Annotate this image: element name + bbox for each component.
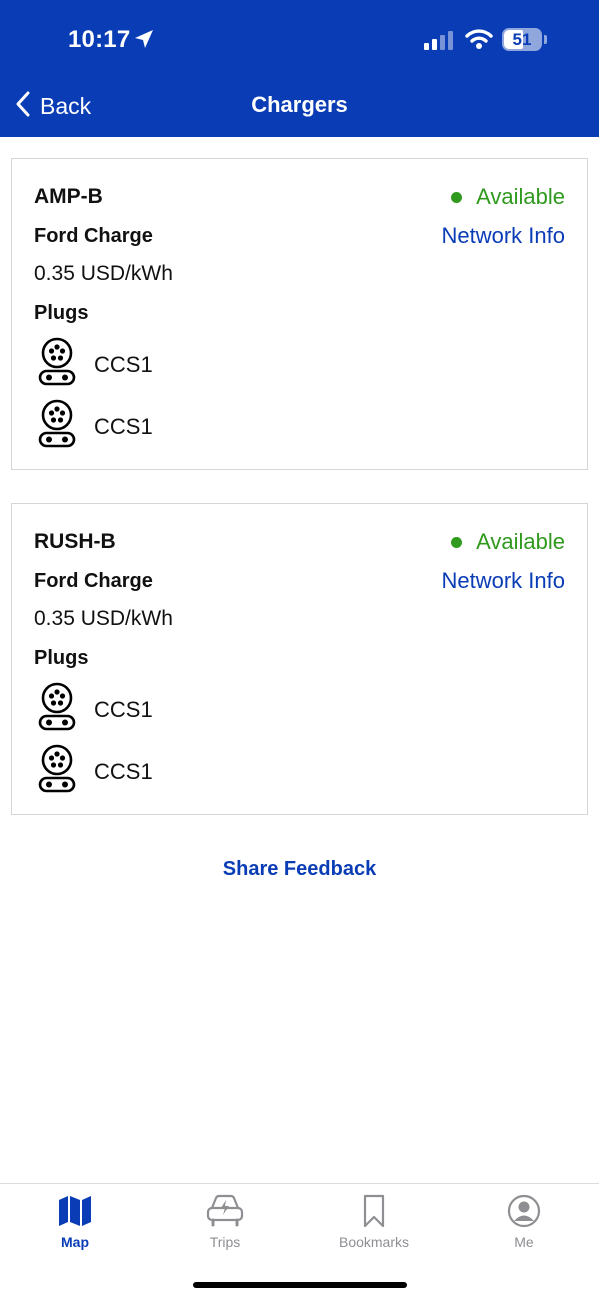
charger-name: AMP-B <box>34 185 103 208</box>
plug-item: CCS1 <box>38 337 153 392</box>
plug-item: CCS1 <box>38 682 153 737</box>
location-arrow-icon <box>134 29 154 54</box>
battery-icon: 51 <box>502 28 542 51</box>
ccs1-plug-icon <box>38 682 76 737</box>
status-bar: 10:17 51 <box>0 0 599 80</box>
page-title: Chargers <box>251 92 348 117</box>
available-dot-icon <box>451 191 463 203</box>
tab-label: Map <box>61 1234 89 1250</box>
charger-card: AMP-B Available Ford Charge Network Info… <box>11 158 588 470</box>
share-feedback-link[interactable]: Share Feedback <box>0 858 599 881</box>
car-charge-icon <box>150 1194 300 1228</box>
price: 0.35 USD/kWh <box>34 607 173 630</box>
plugs-heading: Plugs <box>34 302 89 324</box>
tab-me[interactable]: Me <box>449 1194 599 1250</box>
network-info-link[interactable]: Network Info <box>442 223 566 249</box>
charger-card: RUSH-B Available Ford Charge Network Inf… <box>11 503 588 815</box>
tab-trips[interactable]: Trips <box>150 1194 300 1250</box>
ccs1-plug-icon <box>38 399 76 454</box>
network-name: Ford Charge <box>34 570 153 592</box>
status-badge: Available <box>451 529 565 555</box>
plug-item: CCS1 <box>38 399 153 454</box>
plug-type: CCS1 <box>94 758 153 784</box>
tab-label: Bookmarks <box>338 1234 410 1250</box>
network-name: Ford Charge <box>34 225 153 247</box>
price: 0.35 USD/kWh <box>34 262 173 285</box>
home-indicator <box>193 1282 407 1288</box>
ccs1-plug-icon <box>38 337 76 392</box>
map-icon <box>0 1194 150 1228</box>
plug-type: CCS1 <box>94 696 153 722</box>
status-time: 10:17 <box>68 26 131 53</box>
status-label: Available <box>476 529 565 554</box>
bookmark-icon <box>299 1194 449 1228</box>
status-badge: Available <box>451 184 565 210</box>
wifi-icon <box>465 28 493 55</box>
ccs1-plug-icon <box>38 744 76 799</box>
charger-name: RUSH-B <box>34 530 116 553</box>
battery-tip <box>544 35 547 44</box>
status-label: Available <box>476 184 565 209</box>
person-icon <box>449 1194 599 1228</box>
cellular-signal-icon <box>424 30 454 55</box>
tab-label: Trips <box>209 1234 241 1250</box>
plug-type: CCS1 <box>94 351 153 377</box>
available-dot-icon <box>451 536 463 548</box>
plug-item: CCS1 <box>38 744 153 799</box>
tab-label: Me <box>514 1234 534 1250</box>
top-bar: 10:17 51 Back Chargers <box>0 0 599 137</box>
battery-level: 51 <box>512 30 532 49</box>
plug-type: CCS1 <box>94 413 153 439</box>
plugs-heading: Plugs <box>34 647 89 669</box>
tab-bookmarks[interactable]: Bookmarks <box>299 1194 449 1250</box>
tab-map[interactable]: Map <box>0 1194 150 1250</box>
network-info-link[interactable]: Network Info <box>442 568 566 594</box>
